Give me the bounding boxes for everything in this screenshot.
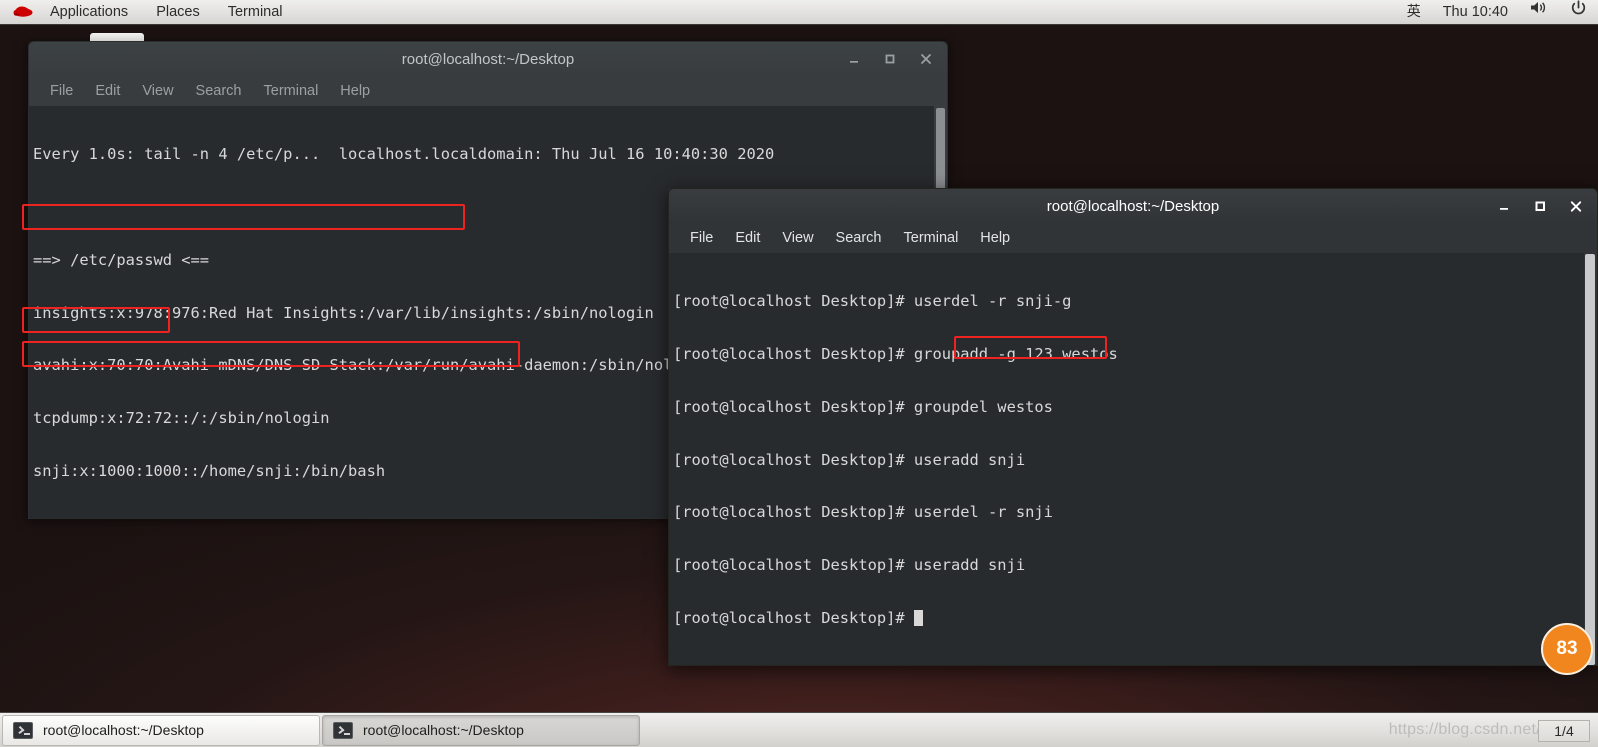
- power-icon[interactable]: [1559, 0, 1598, 25]
- close-icon[interactable]: [1569, 199, 1583, 213]
- window1-menu-file[interactable]: File: [39, 80, 84, 102]
- window1-controls: [847, 52, 947, 66]
- window2-menu-search[interactable]: Search: [825, 227, 893, 249]
- maximize-icon[interactable]: [883, 52, 897, 66]
- window2-menu-edit[interactable]: Edit: [724, 227, 771, 249]
- top-panel: Applications Places Terminal 英 Thu 10:40: [0, 0, 1598, 25]
- status-badge-label: 83: [1556, 638, 1578, 659]
- terminal-prompt: [root@localhost Desktop]#: [673, 608, 914, 627]
- terminal-icon: [333, 721, 353, 739]
- taskbar-item-terminal-2[interactable]: root@localhost:~/Desktop: [322, 714, 640, 746]
- window1-titlebar[interactable]: root@localhost:~/Desktop: [28, 41, 948, 76]
- terminal-window-2[interactable]: root@localhost:~/Desktop File Edit View …: [668, 188, 1598, 666]
- taskbar-item-label: root@localhost:~/Desktop: [363, 722, 524, 738]
- window2-menu-help[interactable]: Help: [969, 227, 1021, 249]
- status-badge[interactable]: 83: [1541, 623, 1593, 675]
- taskbar-item-terminal-1[interactable]: root@localhost:~/Desktop: [2, 714, 320, 746]
- terminal-icon: [13, 721, 33, 739]
- minimize-icon[interactable]: [847, 52, 861, 66]
- taskbar-item-label: root@localhost:~/Desktop: [43, 722, 204, 738]
- clock[interactable]: Thu 10:40: [1432, 0, 1519, 25]
- window2-menu-view[interactable]: View: [771, 227, 824, 249]
- window2-menu-file[interactable]: File: [679, 227, 724, 249]
- terminal-prompt-line: [root@localhost Desktop]#: [673, 608, 1597, 628]
- terminal-line: [root@localhost Desktop]# groupdel westo…: [673, 397, 1053, 416]
- terminal-cursor: [913, 609, 923, 626]
- redhat-logo-icon[interactable]: [10, 0, 36, 25]
- window1-menu-view[interactable]: View: [131, 80, 184, 102]
- terminal-line: Every 1.0s: tail -n 4 /etc/p... localhos…: [33, 145, 775, 164]
- window2-titlebar[interactable]: root@localhost:~/Desktop: [668, 188, 1598, 223]
- window2-terminal-output[interactable]: [root@localhost Desktop]# userdel -r snj…: [668, 253, 1598, 666]
- panel-menu-terminal[interactable]: Terminal: [214, 0, 297, 25]
- window1-menubar: File Edit View Search Terminal Help: [28, 76, 948, 106]
- panel-menu-applications[interactable]: Applications: [36, 0, 142, 25]
- window1-menu-help[interactable]: Help: [329, 80, 381, 102]
- window2-menubar: File Edit View Search Terminal Help: [668, 223, 1598, 253]
- input-method-indicator[interactable]: 英: [1396, 0, 1432, 25]
- taskbar: root@localhost:~/Desktop root@localhost:…: [0, 712, 1598, 747]
- minimize-icon[interactable]: [1497, 199, 1511, 213]
- maximize-icon[interactable]: [1533, 199, 1547, 213]
- terminal-line: [root@localhost Desktop]# userdel -r snj…: [673, 503, 1053, 522]
- window2-scrollbar[interactable]: [1584, 253, 1597, 665]
- terminal-line: [root@localhost Desktop]# userdel -r snj…: [673, 292, 1072, 311]
- desktop-screen: Enterprise Linux Applications Places Ter…: [0, 0, 1598, 747]
- window2-scrollbar-thumb[interactable]: [1585, 254, 1595, 665]
- window2-title: root@localhost:~/Desktop: [1046, 197, 1220, 215]
- window2-controls: [1497, 199, 1597, 213]
- window1-title: root@localhost:~/Desktop: [401, 50, 575, 68]
- panel-menu-places[interactable]: Places: [142, 0, 214, 25]
- window1-menu-search[interactable]: Search: [185, 80, 253, 102]
- window1-menu-terminal[interactable]: Terminal: [253, 80, 330, 102]
- terminal-line: [root@localhost Desktop]# useradd snji: [673, 556, 1026, 575]
- workspace-switcher[interactable]: 1/4: [1538, 720, 1590, 742]
- close-icon[interactable]: [919, 52, 933, 66]
- panel-status-area: 英 Thu 10:40: [1396, 0, 1598, 25]
- window2-menu-terminal[interactable]: Terminal: [893, 227, 970, 249]
- terminal-line: [root@localhost Desktop]# groupadd -g 12…: [673, 344, 1118, 363]
- terminal-line: [root@localhost Desktop]# useradd snji: [673, 450, 1026, 469]
- speaker-icon[interactable]: [1519, 0, 1559, 25]
- window1-menu-edit[interactable]: Edit: [84, 80, 131, 102]
